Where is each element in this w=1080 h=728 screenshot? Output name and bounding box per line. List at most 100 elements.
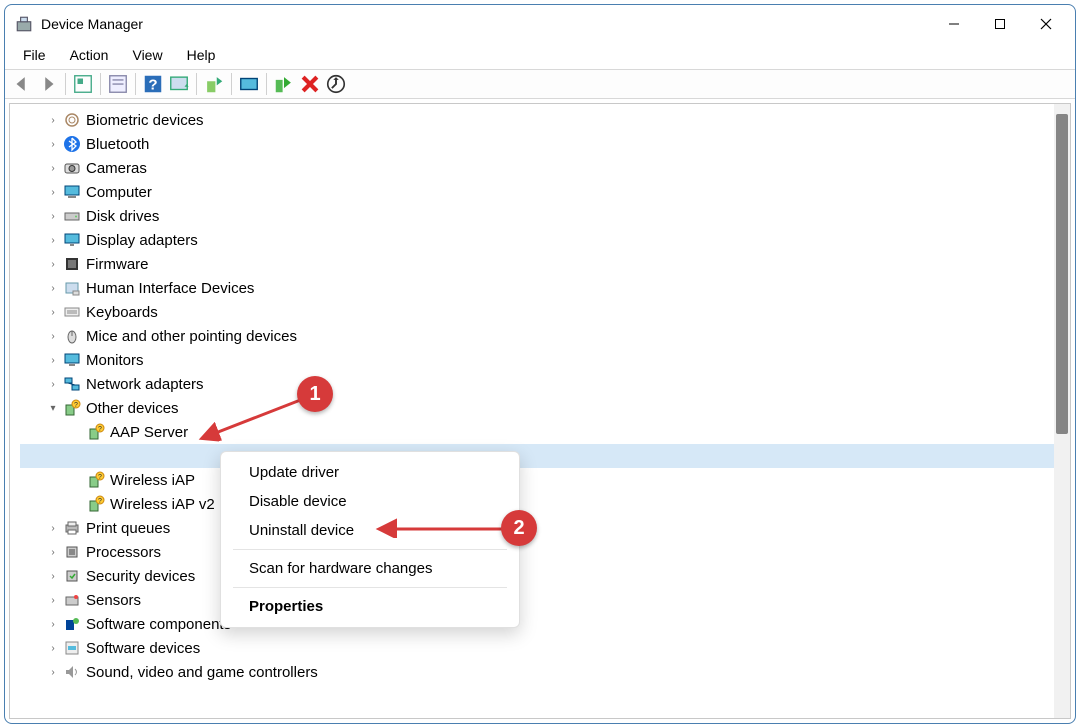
tree-category[interactable]: › Biometric devices xyxy=(20,108,1068,132)
tree-category[interactable]: ▾?Other devices xyxy=(20,396,1068,420)
chevron-right-icon[interactable]: › xyxy=(44,139,62,150)
menu-help[interactable]: Help xyxy=(177,45,226,65)
chevron-right-icon[interactable]: › xyxy=(44,331,62,342)
chevron-right-icon[interactable]: › xyxy=(44,595,62,606)
chevron-right-icon[interactable]: › xyxy=(44,571,62,582)
chevron-right-icon[interactable]: › xyxy=(44,259,62,270)
tree-item[interactable]: ›?AAP Server xyxy=(20,420,1068,444)
disable-device-button[interactable] xyxy=(238,73,260,95)
forward-button[interactable] xyxy=(37,73,59,95)
context-menu-item[interactable]: Scan for hardware changes xyxy=(221,554,519,583)
context-menu-item[interactable]: Disable device xyxy=(221,487,519,516)
computer-icon xyxy=(62,182,82,202)
firmware-icon xyxy=(62,254,82,274)
tree-category[interactable]: ›Display adapters xyxy=(20,228,1068,252)
tree-item[interactable]: › xyxy=(20,444,1068,468)
chevron-right-icon[interactable]: › xyxy=(44,187,62,198)
monitor-icon xyxy=(62,350,82,370)
tree-category-label: Monitors xyxy=(86,352,144,369)
tree-category[interactable]: › Mice and other pointing devices xyxy=(20,324,1068,348)
tree-category[interactable]: › Firmware xyxy=(20,252,1068,276)
tree-category-label: Bluetooth xyxy=(86,136,149,153)
tree-item-label: AAP Server xyxy=(110,424,188,441)
unknown-device-icon: ? xyxy=(86,494,106,514)
chevron-right-icon[interactable]: › xyxy=(44,667,62,678)
blank-icon xyxy=(86,446,226,466)
properties-button[interactable] xyxy=(107,73,129,95)
chevron-right-icon[interactable]: › xyxy=(44,235,62,246)
tree-category-label: Firmware xyxy=(86,256,149,273)
scan-button[interactable] xyxy=(168,73,190,95)
chevron-right-icon[interactable]: › xyxy=(44,643,62,654)
tree-category[interactable]: ›Keyboards xyxy=(20,300,1068,324)
annotation-marker-2: 2 xyxy=(501,510,537,546)
tree-item[interactable]: ›?Wireless iAP xyxy=(20,468,1068,492)
chevron-right-icon[interactable]: › xyxy=(44,379,62,390)
sw-component-icon xyxy=(62,614,82,634)
disk-icon xyxy=(62,206,82,226)
camera-icon xyxy=(62,158,82,178)
tree-category[interactable]: ›Cameras xyxy=(20,156,1068,180)
enable-device-button[interactable] xyxy=(273,73,295,95)
hid-icon xyxy=(62,278,82,298)
tree-category[interactable]: › Monitors xyxy=(20,348,1068,372)
device-tree[interactable]: › Biometric devices › Bluetooth ›Cameras›Com… xyxy=(10,104,1070,718)
chevron-right-icon[interactable]: › xyxy=(44,115,62,126)
tree-category[interactable]: ›Network adapters xyxy=(20,372,1068,396)
tree-category[interactable]: ›Security devices xyxy=(20,564,1068,588)
tree-item-label: Wireless iAP v2 xyxy=(110,496,215,513)
chevron-right-icon[interactable]: › xyxy=(44,211,62,222)
tree-category-label: Biometric devices xyxy=(86,112,204,129)
keyboard-icon xyxy=(62,302,82,322)
chevron-right-icon[interactable]: › xyxy=(44,523,62,534)
tree-item[interactable]: ›?Wireless iAP v2 xyxy=(20,492,1068,516)
tree-category[interactable]: › Sensors xyxy=(20,588,1068,612)
svg-text:?: ? xyxy=(98,498,102,505)
scrollbar-thumb[interactable] xyxy=(1056,114,1068,434)
sw-device-icon xyxy=(62,638,82,658)
context-menu-item[interactable]: Update driver xyxy=(221,458,519,487)
menu-file[interactable]: File xyxy=(13,45,56,65)
vertical-scrollbar[interactable] xyxy=(1054,104,1070,718)
update-driver-button[interactable] xyxy=(203,73,225,95)
biometric-icon xyxy=(62,110,82,130)
scan-hardware-button[interactable] xyxy=(325,73,347,95)
chevron-down-icon[interactable]: ▾ xyxy=(44,403,62,414)
tree-category[interactable]: ›Print queues xyxy=(20,516,1068,540)
tree-category-label: Mice and other pointing devices xyxy=(86,328,297,345)
display-icon xyxy=(62,230,82,250)
uninstall-device-button[interactable] xyxy=(299,73,321,95)
context-menu-separator xyxy=(233,549,507,550)
tree-category-label: Sensors xyxy=(86,592,141,609)
tree-category[interactable]: ›Computer xyxy=(20,180,1068,204)
tree-category[interactable]: ›Software components xyxy=(20,612,1068,636)
tree-category[interactable]: ›Disk drives xyxy=(20,204,1068,228)
chevron-right-icon[interactable]: › xyxy=(44,547,62,558)
minimize-button[interactable] xyxy=(931,8,977,40)
chevron-right-icon[interactable]: › xyxy=(44,619,62,630)
back-button[interactable] xyxy=(11,73,33,95)
svg-text:?: ? xyxy=(148,77,157,94)
tree-category[interactable]: ›Software devices xyxy=(20,636,1068,660)
tree-category[interactable]: › Bluetooth xyxy=(20,132,1068,156)
sound-icon xyxy=(62,662,82,682)
network-icon xyxy=(62,374,82,394)
maximize-button[interactable] xyxy=(977,8,1023,40)
menu-view[interactable]: View xyxy=(122,45,172,65)
annotation-marker-1: 1 xyxy=(297,376,333,412)
context-menu-item[interactable]: Properties xyxy=(221,592,519,621)
menu-action[interactable]: Action xyxy=(60,45,119,65)
close-button[interactable] xyxy=(1023,8,1069,40)
chevron-right-icon[interactable]: › xyxy=(44,307,62,318)
mouse-icon xyxy=(62,326,82,346)
show-hidden-button[interactable] xyxy=(72,73,94,95)
tree-category[interactable]: ›Human Interface Devices xyxy=(20,276,1068,300)
other-icon: ? xyxy=(62,398,82,418)
tree-category[interactable]: ›Sound, video and game controllers xyxy=(20,660,1068,684)
tree-category[interactable]: ›Processors xyxy=(20,540,1068,564)
unknown-device-icon: ? xyxy=(86,422,106,442)
help-button[interactable]: ? xyxy=(142,73,164,95)
chevron-right-icon[interactable]: › xyxy=(44,355,62,366)
chevron-right-icon[interactable]: › xyxy=(44,283,62,294)
chevron-right-icon[interactable]: › xyxy=(44,163,62,174)
